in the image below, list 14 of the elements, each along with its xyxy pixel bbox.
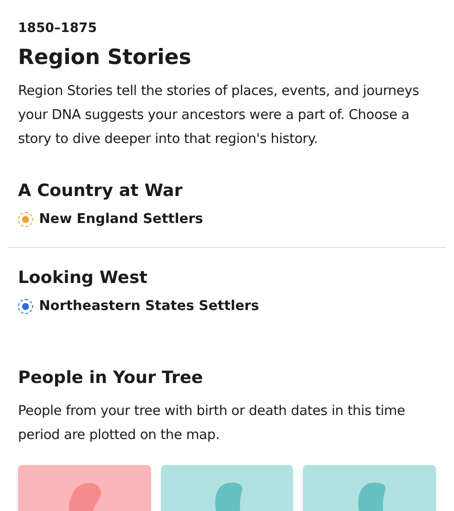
person-card[interactable] bbox=[18, 465, 151, 511]
region-icon bbox=[18, 298, 33, 314]
region-link[interactable]: New England Settlers bbox=[39, 209, 204, 229]
period-label: 1850–1875 bbox=[18, 20, 98, 38]
region-link[interactable]: Northeastern States Settlers bbox=[39, 296, 260, 316]
story-heading: Looking West bbox=[18, 267, 148, 290]
person-card[interactable] bbox=[160, 465, 294, 511]
intro-text: Region Stories tell the stories of places, events, and journeys your DNA suggests your ancestors were a part of. Choose a story to dive deeper into that region's history. bbox=[18, 82, 420, 149]
section-text: People from your tree with birth or death dates in this time period are plotted on the map. bbox=[18, 402, 406, 445]
story-heading: A Country at War bbox=[18, 180, 184, 203]
region-icon bbox=[18, 212, 33, 226]
page-title: Region Stories bbox=[18, 44, 192, 71]
person-card[interactable] bbox=[303, 465, 436, 511]
section-heading: People in Your Tree bbox=[18, 367, 204, 390]
